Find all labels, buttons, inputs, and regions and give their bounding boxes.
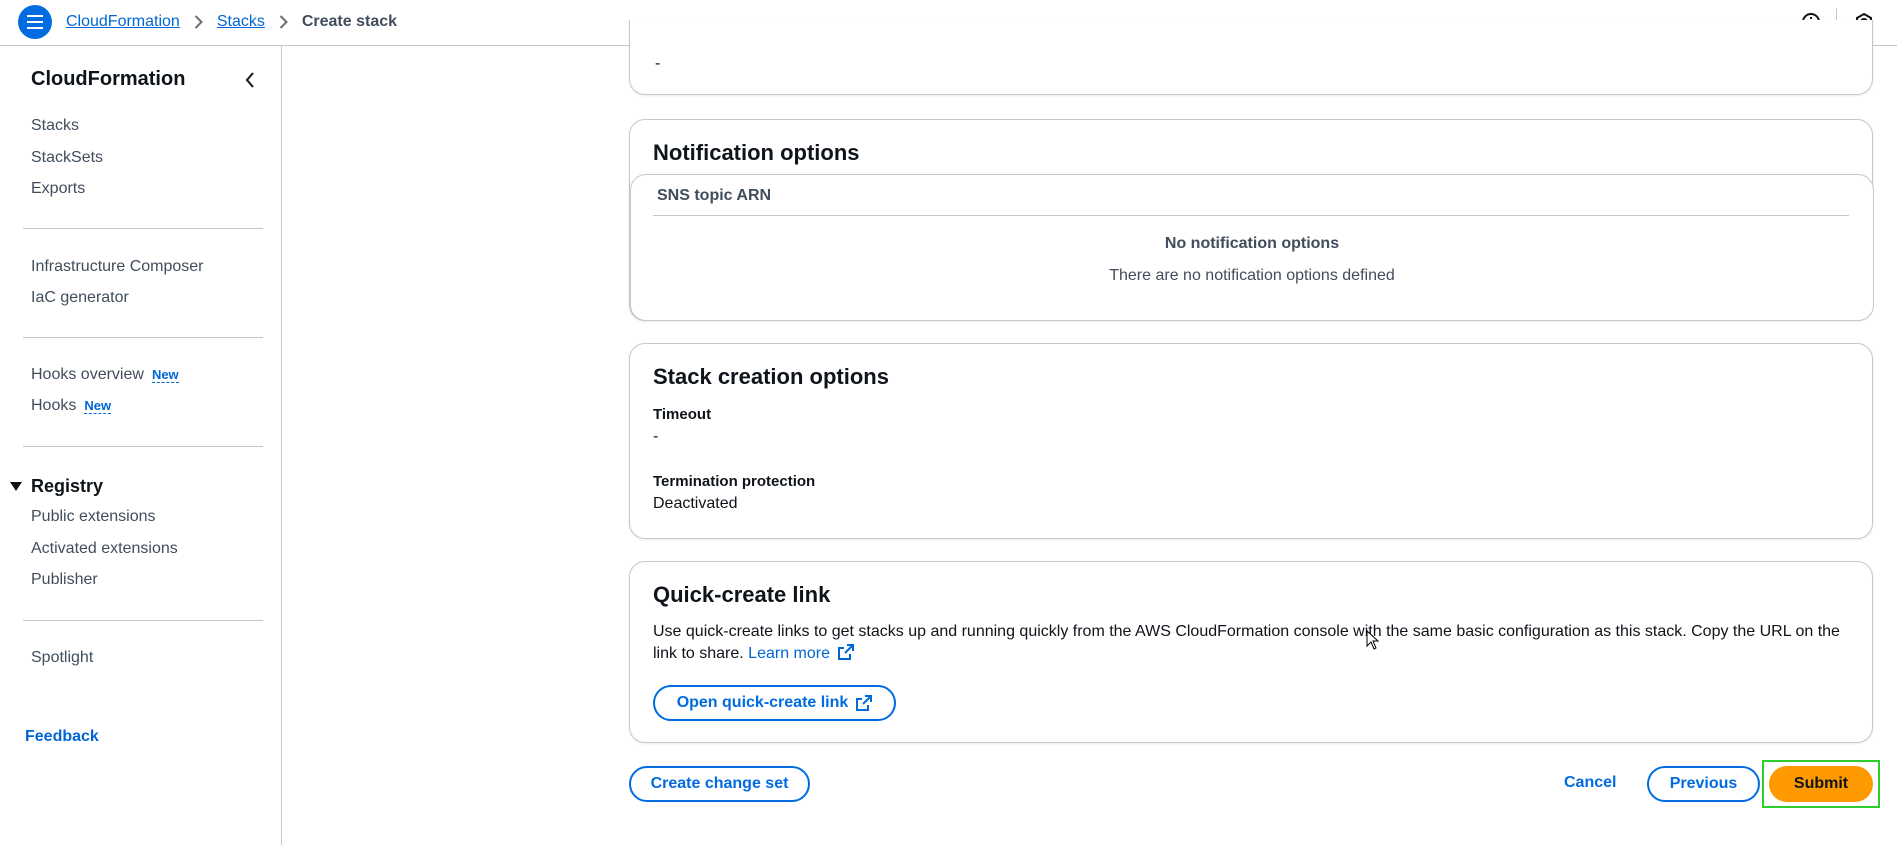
stack-creation-options-title: Stack creation options	[653, 364, 889, 389]
breadcrumb-current: Create stack	[301, 13, 398, 30]
timeout-label: Timeout	[653, 406, 712, 423]
caret-down-icon	[10, 482, 22, 491]
previous-section-value: -	[655, 55, 661, 72]
sidebar-item-exports[interactable]: Exports	[31, 180, 85, 198]
cancel-button[interactable]: Cancel	[1564, 774, 1616, 792]
sidebar-title: CloudFormation	[31, 68, 186, 90]
sidebar-item-label: Hooks	[31, 397, 77, 414]
feedback-link[interactable]: Feedback	[25, 728, 99, 746]
breadcrumb-stacks[interactable]: Stacks	[217, 13, 265, 31]
table-header-divider	[653, 215, 1849, 216]
sidebar-item-infrastructure-composer[interactable]: Infrastructure Composer	[31, 258, 204, 276]
external-link-icon	[856, 695, 873, 711]
sidebar-item-label: Hooks overview	[31, 366, 144, 383]
sidebar-divider	[23, 620, 263, 621]
sidebar-item-public-extensions[interactable]: Public extensions	[31, 508, 156, 526]
chevron-left-icon[interactable]	[240, 70, 260, 90]
notification-options-title: Notification options	[653, 140, 860, 165]
sidebar-item-stacks[interactable]: Stacks	[31, 117, 79, 135]
sidebar: CloudFormation Stacks StackSets Exports …	[0, 46, 282, 845]
sidebar-item-spotlight[interactable]: Spotlight	[31, 649, 93, 667]
learn-more-link[interactable]: Learn more	[748, 644, 855, 662]
create-change-set-button[interactable]: Create change set	[629, 766, 810, 802]
stack-creation-options-card: Stack creation options Timeout - Termina…	[629, 343, 1873, 539]
chevron-right-icon	[194, 15, 203, 29]
new-badge: New	[84, 398, 112, 414]
termination-protection-value: Deactivated	[653, 495, 738, 512]
previous-section-card: -	[629, 20, 1873, 95]
empty-state-description: There are no notification options define…	[1109, 267, 1395, 284]
sidebar-section-registry[interactable]: Registry	[10, 476, 103, 497]
timeout-value: -	[653, 428, 659, 445]
sns-topic-table: SNS topic ARN No notification options Th…	[630, 174, 1874, 321]
chevron-right-icon	[279, 15, 288, 29]
breadcrumb: CloudFormation Stacks Create stack	[66, 0, 397, 44]
sidebar-divider	[23, 228, 263, 229]
notification-options-card: Notification options SNS topic ARN No no…	[629, 119, 1874, 321]
column-header-sns-topic-arn: SNS topic ARN	[657, 187, 772, 204]
sidebar-item-publisher[interactable]: Publisher	[31, 571, 98, 589]
sidebar-item-hooks-overview[interactable]: Hooks overview New	[31, 366, 179, 384]
sidebar-divider	[23, 446, 263, 447]
breadcrumb-cloudformation[interactable]: CloudFormation	[66, 13, 180, 31]
new-badge: New	[151, 367, 179, 383]
quick-create-link-title: Quick-create link	[653, 582, 831, 607]
open-quick-create-link-button[interactable]: Open quick-create link	[653, 685, 896, 721]
menu-icon[interactable]	[18, 5, 52, 39]
empty-state-title: No notification options	[1164, 235, 1340, 252]
sidebar-item-iac-generator[interactable]: IaC generator	[31, 289, 129, 307]
sidebar-item-stacksets[interactable]: StackSets	[31, 149, 103, 167]
sidebar-item-hooks[interactable]: Hooks New	[31, 397, 112, 415]
sidebar-divider	[23, 337, 263, 338]
sidebar-section-label: Registry	[31, 476, 104, 496]
termination-protection-label: Termination protection	[653, 473, 816, 490]
quick-create-link-card: Quick-create link Use quick-create links…	[629, 561, 1873, 743]
submit-button[interactable]: Submit	[1769, 766, 1873, 802]
sidebar-item-activated-extensions[interactable]: Activated extensions	[31, 540, 178, 558]
external-link-icon	[838, 644, 855, 660]
quick-create-description: Use quick-create links to get stacks up …	[653, 621, 1853, 665]
previous-button[interactable]: Previous	[1647, 766, 1760, 802]
mouse-cursor-icon	[1366, 629, 1380, 655]
